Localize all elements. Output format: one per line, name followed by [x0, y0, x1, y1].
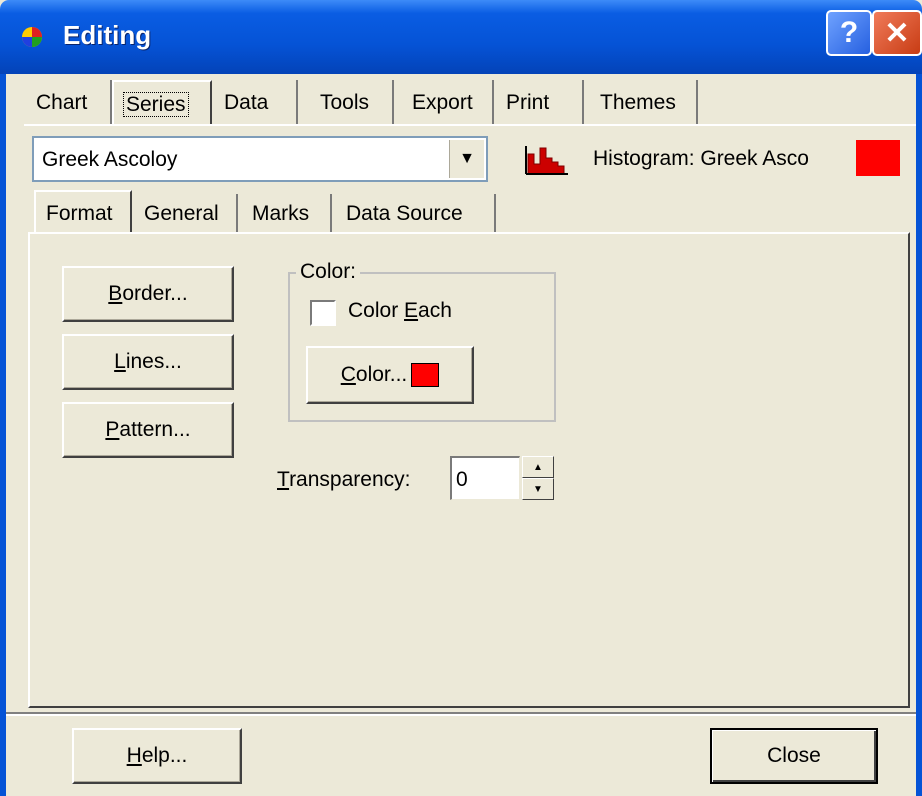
tab-marks[interactable]: Marks: [244, 194, 332, 232]
transparency-label: Transparency:: [277, 468, 411, 491]
tab-data[interactable]: Data: [214, 80, 298, 124]
spin-up-button[interactable]: ▲: [522, 456, 554, 478]
border-button[interactable]: Border...: [62, 266, 234, 322]
arrow-down-icon: ▼: [533, 483, 543, 495]
app-icon: [22, 27, 42, 47]
close-button[interactable]: Close: [710, 728, 878, 784]
window-title: Editing: [63, 20, 152, 50]
chevron-down-icon[interactable]: ▼: [449, 140, 484, 178]
close-icon: ✕: [884, 16, 910, 50]
footer-divider-highlight: [6, 714, 916, 716]
tab-print[interactable]: Print: [496, 80, 584, 124]
close-title-button[interactable]: ✕: [872, 10, 922, 56]
tab-data-source[interactable]: Data Source: [338, 194, 496, 232]
window-frame-right: [916, 74, 922, 796]
series-title: Histogram: Greek Asco: [593, 147, 809, 170]
tab-themes[interactable]: Themes: [590, 80, 698, 124]
tab-tools[interactable]: Tools: [306, 80, 394, 124]
tab-export[interactable]: Export: [402, 80, 494, 124]
histogram-icon: [525, 146, 568, 175]
tab-series[interactable]: Series: [112, 80, 212, 124]
color-swatch: [411, 363, 440, 387]
series-select-value: Greek Ascoloy: [42, 148, 178, 171]
tab-format[interactable]: Format: [34, 190, 132, 234]
transparency-input[interactable]: 0: [450, 456, 520, 500]
color-group-label: Color:: [296, 260, 361, 284]
series-color-swatch[interactable]: [856, 140, 900, 176]
color-button[interactable]: Color...: [306, 346, 474, 404]
question-icon: ?: [839, 16, 859, 49]
title-bar: Editing ? ✕: [0, 0, 922, 74]
color-each-label[interactable]: Color Each: [348, 299, 452, 323]
tabs-baseline: [24, 124, 916, 126]
series-select[interactable]: Greek Ascoloy ▼: [32, 136, 488, 182]
tab-general[interactable]: General: [136, 194, 238, 232]
help-title-button[interactable]: ?: [826, 10, 872, 56]
color-each-checkbox[interactable]: [310, 300, 336, 326]
tab-chart[interactable]: Chart: [26, 80, 112, 124]
pattern-button[interactable]: Pattern...: [62, 402, 234, 458]
window-frame-left: [0, 74, 6, 796]
spin-down-button[interactable]: ▼: [522, 478, 554, 500]
arrow-up-icon: ▲: [533, 461, 543, 473]
help-button[interactable]: Help...: [72, 728, 242, 784]
lines-button[interactable]: Lines...: [62, 334, 234, 390]
